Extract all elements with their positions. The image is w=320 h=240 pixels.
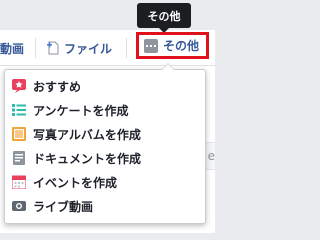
more-tooltip-text: その他 [147, 9, 181, 23]
poll-list-icon [12, 104, 26, 116]
more-dots-icon [144, 38, 158, 53]
recommend-star-icon [12, 79, 26, 93]
more-dropdown-menu: おすすめ アンケートを作成 写真アルバムを作成 ドキュメントを作成 イベントを作… [4, 63, 206, 224]
more-button[interactable]: その他 [136, 32, 209, 59]
composer-video-label: 動画 [0, 41, 25, 56]
menu-item-label: アンケートを作成 [33, 103, 129, 118]
menu-item-recommend[interactable]: おすすめ [5, 74, 205, 98]
menu-item-create-document[interactable]: ドキュメントを作成 [5, 146, 205, 170]
file-add-icon [47, 41, 59, 55]
live-video-camera-icon [12, 201, 26, 211]
menu-item-create-event[interactable]: イベントを作成 [5, 170, 205, 194]
document-icon [13, 151, 25, 165]
menu-item-live-video[interactable]: ライブ動画 [5, 194, 205, 218]
composer-file-label: ファイル [64, 41, 113, 56]
composer-video-button[interactable]: 動画 [0, 39, 24, 57]
more-tooltip: その他 [137, 3, 191, 33]
event-calendar-icon [12, 175, 26, 189]
menu-item-create-photo-album[interactable]: 写真アルバムを作成 [5, 122, 205, 146]
divider [126, 38, 127, 58]
photo-album-icon [12, 127, 26, 141]
menu-item-label: 写真アルバムを作成 [33, 127, 141, 142]
composer-field-placeholder: e [207, 149, 215, 163]
more-menu-list: おすすめ アンケートを作成 写真アルバムを作成 ドキュメントを作成 イベントを作… [5, 70, 205, 218]
menu-item-create-poll[interactable]: アンケートを作成 [5, 98, 205, 122]
more-button-label: その他 [163, 39, 200, 53]
menu-item-label: ライブ動画 [33, 199, 94, 214]
menu-item-label: イベントを作成 [33, 175, 118, 190]
menu-item-label: ドキュメントを作成 [33, 151, 142, 166]
menu-item-label: おすすめ [33, 79, 82, 94]
composer-file-button[interactable]: ファイル [46, 39, 112, 57]
divider [35, 38, 36, 58]
